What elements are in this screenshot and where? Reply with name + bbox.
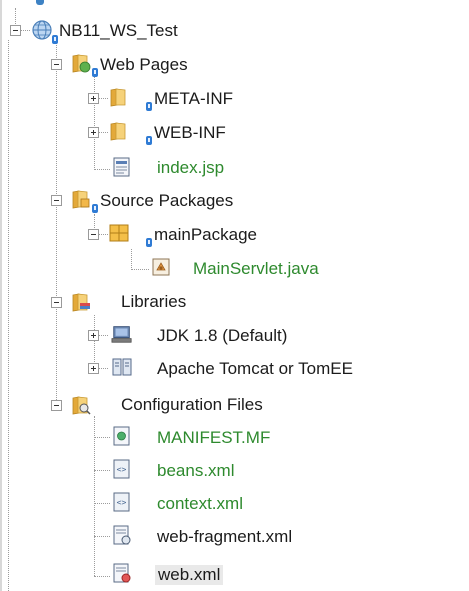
meta-inf-label: META-INF [154,89,234,108]
web-project-globe-icon [32,20,52,40]
xml-file-icon: <> [113,459,130,479]
tree-node-index-jsp[interactable]: index.jsp [0,152,469,186]
tree-node-web-fragment-xml[interactable]: web-fragment.xml [0,521,469,555]
tree-guide [99,368,108,369]
tree-guide [99,234,108,235]
configuration-folder-icon [72,396,91,415]
tree-node-meta-inf[interactable]: META-INF [0,83,469,117]
tree-guide [94,437,110,438]
expand-toggle[interactable] [88,330,99,341]
source-folder-icon [72,190,90,209]
tree-guide [94,503,110,504]
libraries-label: Libraries [121,292,187,311]
main-servlet-label: MainServlet.java [193,259,319,278]
web-fragment-icon [113,525,131,545]
expand-toggle[interactable] [88,127,99,138]
tree-node-web-xml[interactable]: web.xml [0,557,469,591]
xml-file-icon: <> [113,492,130,512]
main-package-label: mainPackage [154,225,258,244]
tree-node-main-package[interactable]: mainPackage [0,218,469,252]
source-badge-icon [92,68,98,77]
tree-node-jdk[interactable]: JDK 1.8 (Default) [0,320,469,354]
tree-guide [94,470,110,471]
web-xml-label: web.xml [155,565,224,585]
collapse-toggle[interactable] [51,59,62,70]
tree-node-project[interactable]: NB11_WS_Test [0,15,469,49]
tree-node-configuration-files[interactable]: Configuration Files [0,389,469,423]
configuration-files-label: Configuration Files [121,395,263,414]
collapse-toggle[interactable] [51,400,62,411]
java-class-icon [152,258,170,276]
tree-node-web-pages[interactable]: Web Pages [0,49,469,83]
collapse-toggle[interactable] [51,297,62,308]
tree-guide [94,536,110,537]
tree-node-beans-xml[interactable]: <> beans.xml [0,455,469,489]
web-fragment-xml-label: web-fragment.xml [157,527,293,546]
tomcat-label: Apache Tomcat or TomEE [157,359,353,378]
web-pages-label: Web Pages [100,55,188,74]
project-label: NB11_WS_Test [59,21,178,40]
web-pages-folder-icon [72,54,91,73]
tree-node-web-inf[interactable]: WEB-INF [0,117,469,151]
source-packages-label: Source Packages [100,191,234,210]
svg-text:<>: <> [117,465,127,474]
package-icon [109,224,129,242]
jsp-file-icon [113,157,130,177]
server-library-icon [112,358,132,376]
beans-xml-label: beans.xml [157,461,235,480]
svg-text:<>: <> [117,498,127,507]
web-xml-icon [113,563,131,583]
jdk-label: JDK 1.8 (Default) [157,326,288,345]
tree-guide [99,132,108,133]
tree-guide [94,576,110,577]
project-tree: NB11_WS_Test Web Pages META-INF WEB-INF [0,0,469,591]
web-inf-label: WEB-INF [154,123,226,142]
folder-icon [110,88,126,107]
manifest-label: MANIFEST.MF [157,428,271,447]
tree-guide [94,169,110,170]
tree-node-tomcat[interactable]: Apache Tomcat or TomEE [0,353,469,387]
tree-node-main-servlet[interactable]: MainServlet.java [0,252,469,286]
jdk-icon [111,326,132,343]
context-xml-label: context.xml [157,494,243,513]
expand-toggle[interactable] [88,363,99,374]
manifest-icon [113,426,130,446]
tree-node-context-xml[interactable]: <> context.xml [0,488,469,522]
collapse-toggle[interactable] [51,195,62,206]
source-badge-icon [52,35,58,44]
expand-toggle[interactable] [88,93,99,104]
tree-node-libraries[interactable]: Libraries [0,286,469,320]
source-badge-icon [146,238,152,247]
tree-guide [21,30,30,31]
source-badge-icon [146,102,152,111]
folder-icon [110,122,126,141]
collapse-toggle[interactable] [10,25,21,36]
source-badge-icon [146,136,152,145]
libraries-folder-icon [72,293,90,312]
tree-guide [99,98,108,99]
index-jsp-label: index.jsp [157,158,225,177]
source-badge-icon [92,204,98,213]
tree-guide [131,269,149,270]
collapse-toggle[interactable] [88,229,99,240]
tree-guide [99,335,108,336]
tree-node-manifest[interactable]: MANIFEST.MF [0,422,469,456]
tree-node-source-packages[interactable]: Source Packages [0,183,469,217]
